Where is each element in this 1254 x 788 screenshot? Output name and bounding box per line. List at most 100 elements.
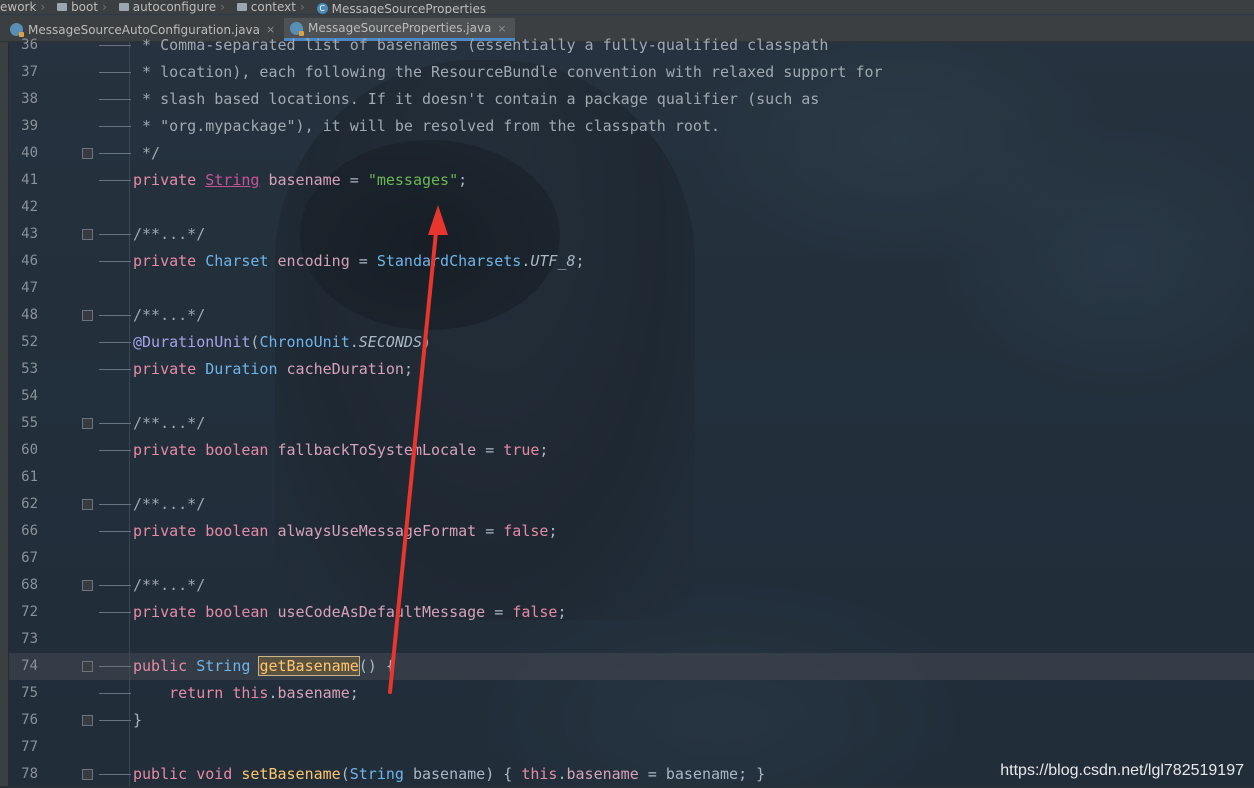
code-token: = <box>349 252 377 270</box>
indent-guide <box>99 612 131 613</box>
code-line[interactable]: 75 return this.basename; <box>9 680 1254 707</box>
line-number: 38 <box>21 91 38 107</box>
code-line[interactable]: 43 /**...*/ <box>9 221 1254 248</box>
line-number: 41 <box>21 172 38 188</box>
code-line[interactable]: 55 /**...*/ <box>9 410 1254 437</box>
code-line[interactable]: 37 * location), each following the Resou… <box>9 59 1254 86</box>
code-line[interactable]: 67 <box>9 545 1254 572</box>
code-line[interactable]: 76} <box>9 707 1254 734</box>
string-token: "messages" <box>367 171 459 189</box>
fold-toggle-icon[interactable] <box>82 715 93 726</box>
code-token: /**...*/ <box>133 576 206 594</box>
indent-guide <box>99 72 131 73</box>
code-editor[interactable]: 36 * Comma-separated list of basenames (… <box>9 36 1254 786</box>
identifier-token: fallbackToSystemLocale <box>277 441 477 459</box>
fold-toggle-icon[interactable] <box>82 580 93 591</box>
code-line[interactable]: 36 * Comma-separated list of basenames (… <box>9 32 1254 59</box>
fold-toggle-icon[interactable] <box>82 229 93 240</box>
code-line[interactable]: 72 private boolean useCodeAsDefaultMessag… <box>9 599 1254 626</box>
type-token: Charset <box>205 252 269 270</box>
keyword-token: private <box>133 171 197 189</box>
chevron-right-icon: › <box>40 0 46 14</box>
indent-guide <box>99 99 131 100</box>
line-number: 76 <box>21 712 38 728</box>
breadcrumb-item[interactable]: boot › <box>57 0 111 14</box>
code-line[interactable]: 39 * "org.mypackage"), it will be resolv… <box>9 113 1254 140</box>
line-number: 61 <box>21 469 38 485</box>
code-line[interactable]: 61 <box>9 464 1254 491</box>
indent-guide <box>99 153 131 154</box>
code-line[interactable]: 47 <box>9 275 1254 302</box>
identifier-token: basename <box>268 171 341 189</box>
breadcrumb-item[interactable]: ework › <box>0 0 49 14</box>
line-number: 39 <box>21 118 38 134</box>
fold-toggle-icon[interactable] <box>82 418 93 429</box>
line-number: 40 <box>21 145 38 161</box>
fold-toggle-icon[interactable] <box>82 661 93 672</box>
code-token: () { <box>358 657 395 675</box>
identifier-token: alwaysUseMessageFormat <box>277 522 477 540</box>
fold-toggle-icon[interactable] <box>82 148 93 159</box>
code-token: ; <box>403 360 413 378</box>
line-number: 48 <box>21 307 38 323</box>
line-number: 54 <box>21 388 38 404</box>
code-line[interactable]: 62 /**...*/ <box>9 491 1254 518</box>
code-line[interactable]: 46 private Charset encoding = StandardCha… <box>9 248 1254 275</box>
line-number: 62 <box>21 496 38 512</box>
code-line[interactable]: 54 <box>9 383 1254 410</box>
class-icon: C <box>316 3 328 14</box>
keyword-token: this <box>232 684 269 702</box>
code-line[interactable]: 48 /**...*/ <box>9 302 1254 329</box>
line-number: 60 <box>21 442 38 458</box>
line-number: 55 <box>21 415 38 431</box>
breadcrumb-item[interactable]: autoconfigure › <box>118 0 229 14</box>
code-line[interactable]: 74 public String getBasename() { <box>9 653 1254 680</box>
breadcrumb-item[interactable]: C MessageSourceProperties <box>316 2 486 14</box>
left-tool-strip[interactable] <box>0 42 9 786</box>
code-line[interactable]: 73 <box>9 626 1254 653</box>
type-token: String <box>205 171 260 189</box>
code-line[interactable]: 60 private boolean fallbackToSystemLocale… <box>9 437 1254 464</box>
fold-toggle-icon[interactable] <box>82 769 93 780</box>
code-text: /**...*/ <box>133 491 205 518</box>
code-line[interactable]: 68 /**...*/ <box>9 572 1254 599</box>
fold-toggle-icon[interactable] <box>82 310 93 321</box>
field-token: basename <box>277 684 350 702</box>
type-token: String <box>349 765 404 783</box>
keyword-token: true <box>503 441 540 459</box>
code-token: = <box>476 441 504 459</box>
code-token: /**...*/ <box>133 495 206 513</box>
keyword-token: public <box>133 657 188 675</box>
indent-guide <box>99 315 131 316</box>
code-token: . <box>557 765 567 783</box>
code-line[interactable]: 42 <box>9 194 1254 221</box>
breadcrumb-item[interactable]: context › <box>236 0 309 14</box>
code-line[interactable]: 40 */ <box>9 140 1254 167</box>
code-token: ; <box>548 522 558 540</box>
fold-toggle-icon[interactable] <box>82 499 93 510</box>
line-number: 43 <box>21 226 38 242</box>
code-line[interactable]: 52 @DurationUnit(ChronoUnit.SECONDS) <box>9 329 1254 356</box>
code-token: ; <box>557 603 567 621</box>
type-token: String <box>196 657 251 675</box>
code-line[interactable]: 77 <box>9 734 1254 761</box>
code-line[interactable]: 53 private Duration cacheDuration; <box>9 356 1254 383</box>
line-number: 72 <box>21 604 38 620</box>
keyword-token: boolean <box>205 522 269 540</box>
code-line[interactable]: 41 private String basename = "messages"; <box>9 167 1254 194</box>
code-line[interactable]: 38 * slash based locations. If it doesn'… <box>9 86 1254 113</box>
line-number: 53 <box>21 361 38 377</box>
folder-icon <box>118 3 129 11</box>
indent-guide <box>99 342 131 343</box>
code-line[interactable]: 66 private boolean alwaysUseMessageFormat… <box>9 518 1254 545</box>
folder-icon <box>57 3 68 11</box>
breadcrumb-label: boot <box>71 0 99 14</box>
folder-icon <box>236 3 247 11</box>
param-token: basename <box>665 765 739 783</box>
